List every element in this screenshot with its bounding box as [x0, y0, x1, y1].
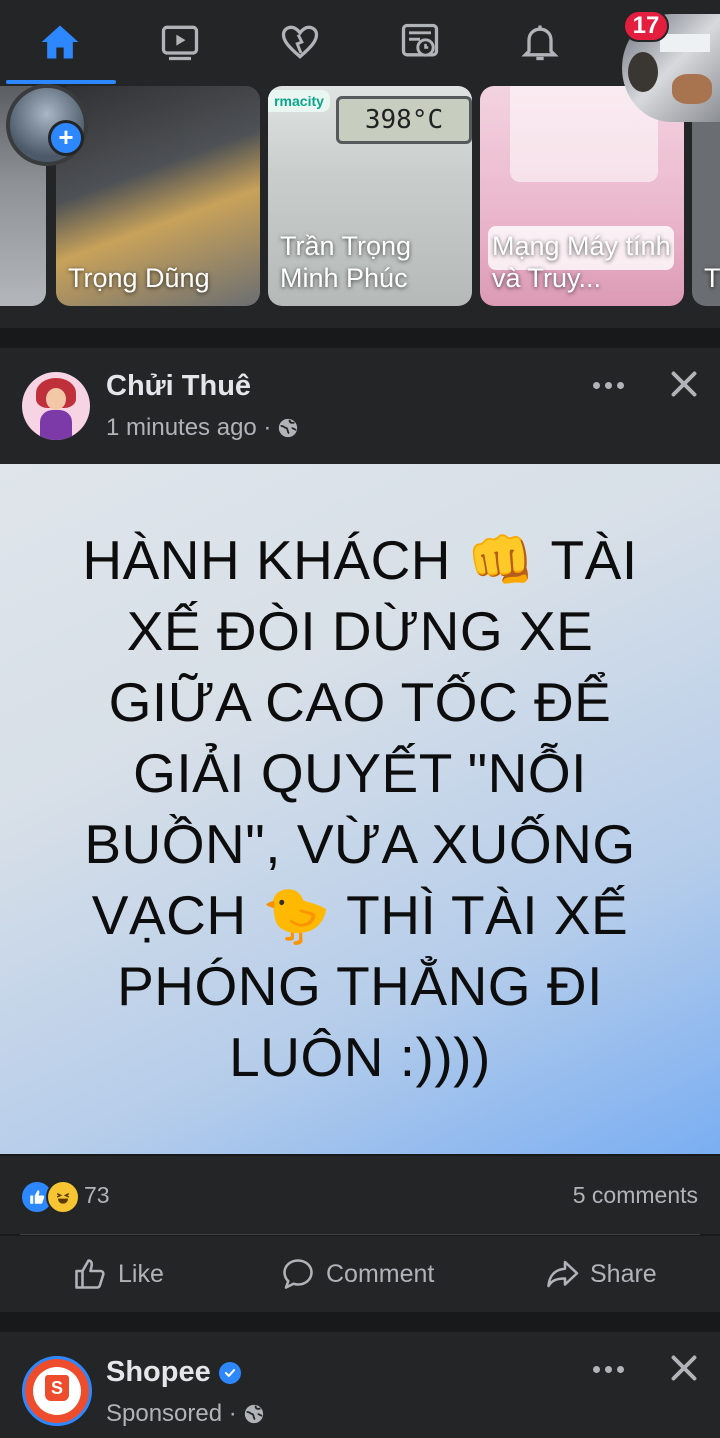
globe-icon	[279, 418, 298, 438]
thermometer-display: 398°C	[336, 96, 472, 144]
sponsor-name[interactable]: Shopee	[106, 1356, 241, 1389]
author-name[interactable]: Chửi Thuê	[106, 370, 251, 403]
reaction-count[interactable]: 73	[84, 1182, 110, 1209]
reactions-bar: 73 5 comments	[0, 1156, 720, 1234]
like-label: Like	[118, 1259, 164, 1288]
close-icon[interactable]	[666, 1350, 702, 1386]
reaction-icons[interactable]	[20, 1180, 80, 1214]
globe-icon	[244, 1404, 263, 1424]
like-button[interactable]: Like	[72, 1236, 164, 1312]
sponsored-meta: Sponsored ·	[106, 1400, 265, 1428]
post-time[interactable]: 1 minutes ago ·	[106, 414, 271, 442]
story-card[interactable]: rmacity 398°C Trần Trọng Minh Phúc	[268, 86, 472, 306]
actions-divider	[20, 1234, 700, 1235]
stories-tray[interactable]: Trọng Dũng rmacity 398°C Trần Trọng Minh…	[0, 84, 720, 328]
comment-icon	[283, 1259, 313, 1289]
close-icon[interactable]	[666, 366, 702, 402]
share-icon	[547, 1260, 579, 1288]
nav-dating-tab[interactable]	[240, 0, 360, 84]
watch-icon	[161, 25, 199, 61]
brand-logo: rmacity	[268, 90, 330, 112]
story-card[interactable]: Mạng Máy tính và Truy...	[480, 86, 684, 306]
post-options-button[interactable]	[582, 1354, 634, 1384]
nav-home-tab[interactable]	[0, 0, 120, 84]
comments-count[interactable]: 5 comments	[573, 1182, 698, 1209]
nav-notifications-tab[interactable]	[480, 0, 600, 84]
sponsored-label: Sponsored ·	[106, 1400, 237, 1427]
post-options-button[interactable]	[582, 370, 634, 400]
feed-divider	[0, 328, 720, 348]
feed-divider	[0, 1312, 720, 1332]
nav-feeds-tab[interactable]	[360, 0, 480, 84]
home-icon	[41, 25, 79, 59]
feeds-icon	[401, 23, 439, 57]
nav-watch-tab[interactable]	[120, 0, 240, 84]
bell-icon	[521, 25, 559, 61]
post-meta: 1 minutes ago ·	[106, 414, 299, 442]
author-avatar[interactable]	[22, 372, 90, 440]
haha-reaction-icon	[46, 1180, 80, 1214]
add-story-icon[interactable]: +	[48, 120, 84, 156]
notification-badge: 17	[623, 10, 669, 42]
share-label: Share	[590, 1259, 657, 1288]
story-label: T H	[704, 263, 720, 293]
post-text-background: HÀNH KHÁCH 👊 TÀI XẾ ĐÒI DỪNG XE GIỮA CAO…	[0, 464, 720, 1154]
verified-badge-icon	[218, 1361, 241, 1384]
thumbs-up-icon	[75, 1259, 105, 1289]
story-label: Mạng Máy tính và Truy...	[492, 231, 671, 293]
comment-label: Comment	[326, 1259, 435, 1288]
post-header: Chửi Thuê 1 minutes ago ·	[0, 348, 720, 464]
comment-button[interactable]: Comment	[280, 1236, 434, 1312]
story-label: Trọng Dũng	[68, 263, 210, 293]
top-nav	[0, 0, 720, 84]
post-actions: Like Comment Share	[0, 1236, 720, 1312]
story-label: Trần Trọng Minh Phúc	[280, 231, 412, 293]
post-text: HÀNH KHÁCH 👊 TÀI XẾ ĐÒI DỪNG XE GIỮA CAO…	[82, 529, 638, 1088]
heart-icon	[281, 25, 319, 59]
sponsor-name-text: Shopee	[106, 1356, 211, 1388]
shopee-bag-icon: S	[45, 1375, 69, 1401]
share-button[interactable]: Share	[544, 1236, 657, 1312]
shopee-logo[interactable]: S	[22, 1356, 92, 1426]
